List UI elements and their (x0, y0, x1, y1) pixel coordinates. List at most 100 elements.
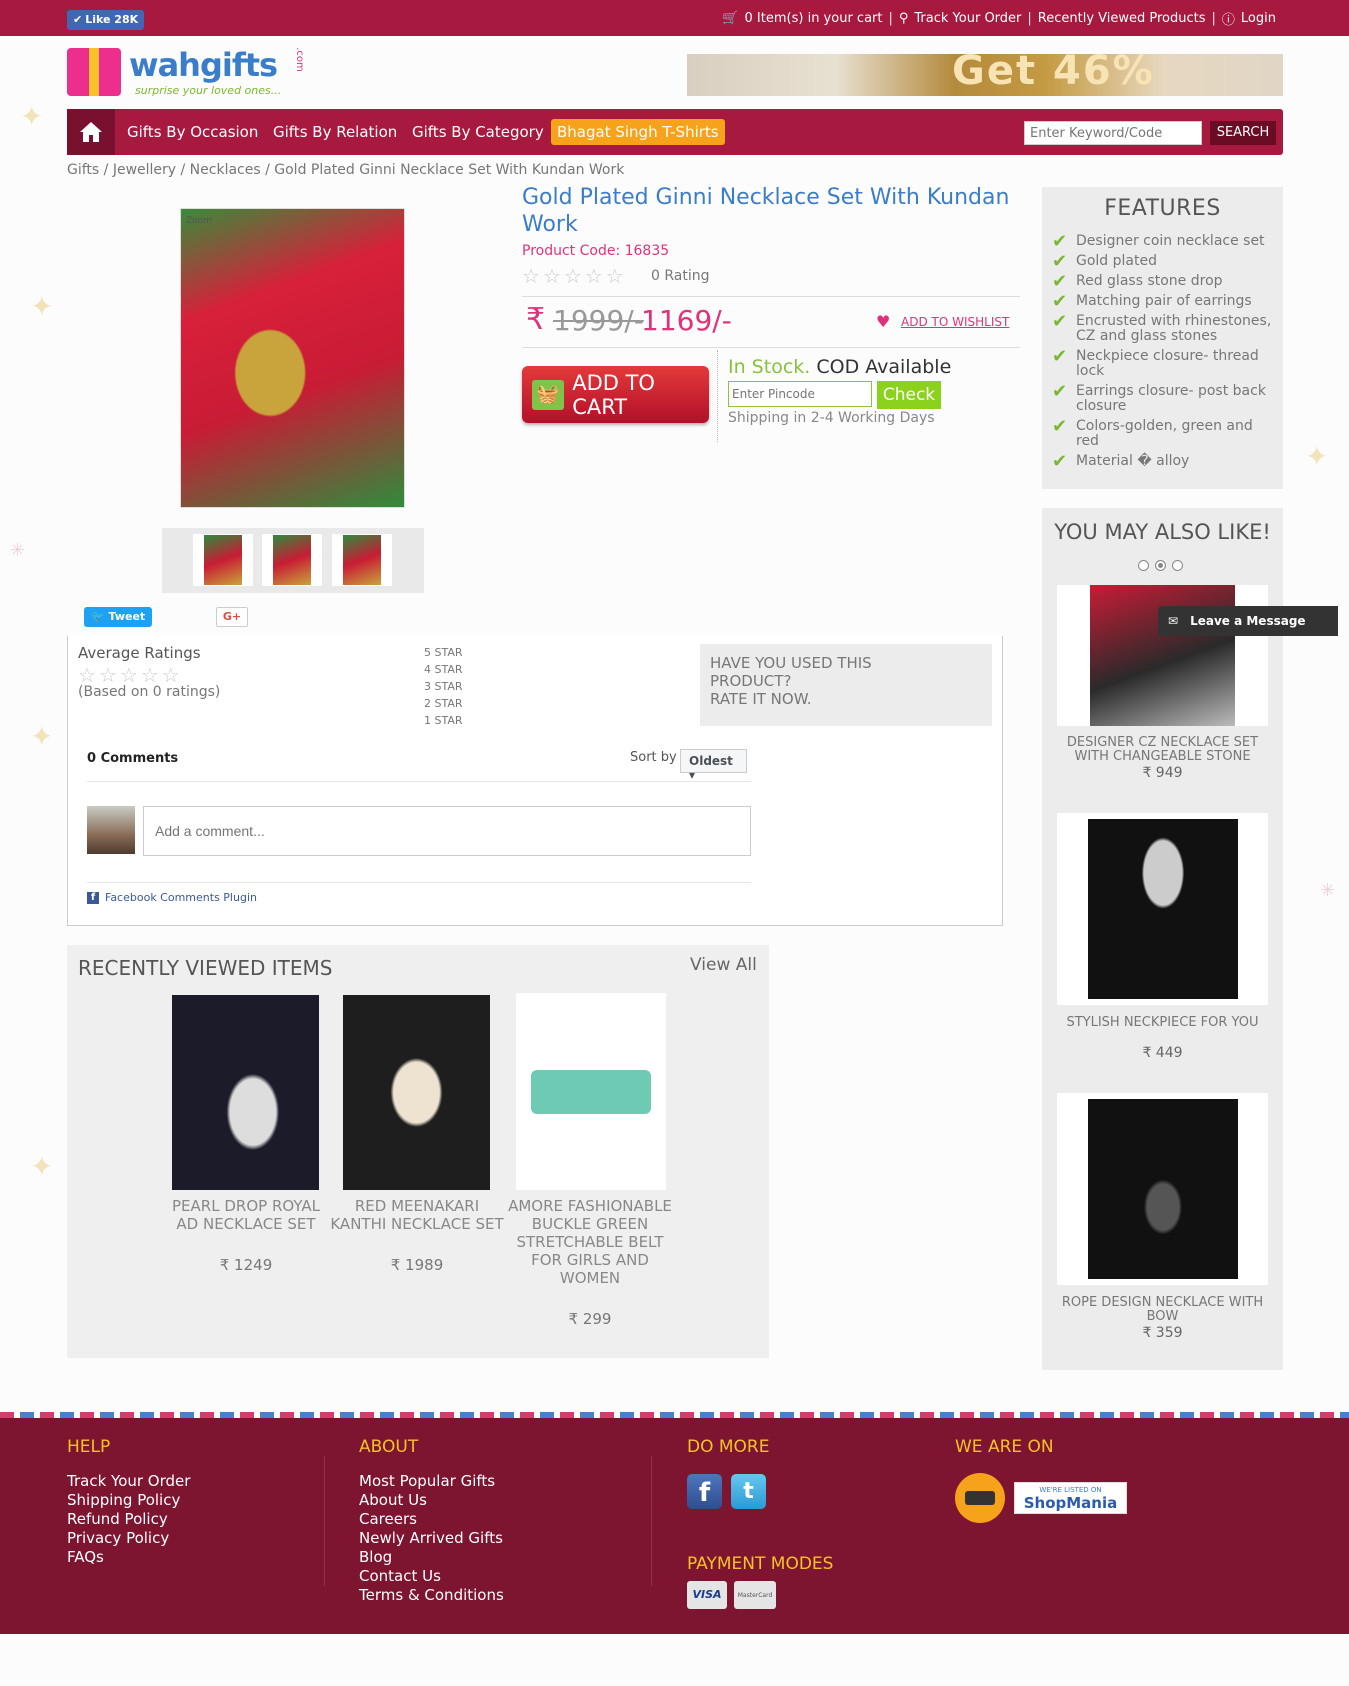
carousel-dot[interactable] (1172, 560, 1183, 571)
star-icon: ☆ (140, 663, 159, 687)
comment-input[interactable] (143, 806, 751, 856)
star-icon[interactable]: ☆ (543, 266, 561, 286)
shopmania-badge[interactable]: WE'RE LISTED ON ShopMania (1014, 1482, 1127, 1514)
sparkle-icon: ✦ (30, 720, 54, 753)
facebook-like-button[interactable]: ✔ Like 28K (67, 10, 145, 30)
footer-link[interactable]: Most Popular Gifts (359, 1472, 504, 1491)
star-icon[interactable]: ☆ (564, 266, 582, 286)
shopping-partner-icon[interactable] (955, 1473, 1005, 1523)
recently-viewed-name[interactable]: AMORE FASHIONABLE BUCKLE GREEN STRETCHAB… (503, 1197, 677, 1287)
feature-item: ✔ Matching pair of earrings (1052, 291, 1252, 312)
footer-link[interactable]: Terms & Conditions (359, 1586, 504, 1605)
based-on-count: (Based on 0 ratings) (78, 684, 221, 700)
promo-banner[interactable]: Get 46% (687, 54, 1283, 96)
sort-select[interactable]: Oldest ▾ (680, 749, 747, 782)
features-title: FEATURES (1104, 196, 1221, 221)
checkmark-icon: ✔ (1052, 231, 1068, 252)
leave-message-button[interactable]: ✉ Leave a Message (1158, 606, 1338, 636)
footer-link[interactable]: Careers (359, 1510, 504, 1529)
product-rating-stars[interactable]: ☆ ☆ ☆ ☆ ☆ (522, 266, 624, 286)
mail-icon: ✉ (1168, 614, 1179, 628)
search-input[interactable] (1024, 121, 1202, 145)
footer-link[interactable]: Newly Arrived Gifts (359, 1529, 504, 1548)
star-icon[interactable]: ☆ (606, 266, 624, 286)
recently-viewed-image[interactable] (516, 993, 666, 1190)
tweet-button[interactable]: 🐦 Tweet (84, 607, 153, 627)
product-code: Product Code: 16835 (522, 243, 670, 259)
nav-bhagat-singh-tshirts[interactable]: Bhagat Singh T-Shirts (551, 119, 725, 145)
star-icon[interactable]: ☆ (585, 266, 603, 286)
also-like-image[interactable] (1057, 813, 1268, 1005)
rate-it-now-box[interactable]: HAVE YOU USED THIS PRODUCT? RATE IT NOW. (700, 644, 992, 726)
footer-about-title: ABOUT (359, 1437, 419, 1457)
add-to-wishlist-link[interactable]: ADD TO WISHLIST (901, 315, 1009, 329)
sparkle-icon: ✦ (30, 1150, 54, 1183)
product-main-image[interactable] (180, 208, 405, 508)
star-icon: ☆ (161, 663, 180, 687)
feature-item: ✔ Neckpiece closure- thread lock (1052, 346, 1259, 379)
checkmark-icon: ✔ (1052, 311, 1068, 332)
sparkle-icon: ✦ (20, 100, 44, 133)
google-plus-button[interactable]: G+ (216, 607, 248, 627)
product-thumbnail[interactable] (262, 534, 322, 586)
also-like-price: ₹ 359 (1142, 1325, 1183, 1341)
star-row-label: 5 STAR (424, 646, 463, 659)
footer-link[interactable]: Track Your Order (67, 1472, 190, 1491)
footer-do-more-title: DO MORE (687, 1437, 770, 1457)
home-icon[interactable] (67, 109, 115, 155)
recently-viewed-image[interactable] (343, 995, 490, 1190)
checkmark-icon: ✔ (1052, 291, 1068, 312)
logo-suffix: .com (293, 47, 305, 72)
mastercard-icon: MasterCard (734, 1581, 776, 1609)
track-order-link[interactable]: Track Your Order (914, 11, 1021, 26)
recently-viewed-name[interactable]: PEARL DROP ROYAL AD NECKLACE SET (159, 1197, 333, 1233)
carousel-dot[interactable] (1155, 560, 1166, 571)
feature-item: ✔ Encrusted with rhinestones, CZ and glas… (1052, 311, 1272, 344)
recently-viewed-link[interactable]: Recently Viewed Products (1038, 11, 1206, 26)
recently-viewed-image[interactable] (172, 995, 319, 1190)
cart-icon: 🛒 (722, 10, 739, 26)
footer-link[interactable]: Shipping Policy (67, 1491, 190, 1510)
also-like-name[interactable]: DESIGNER CZ NECKLACE SET WITH CHANGEABLE… (1050, 736, 1275, 764)
star-row-label: 4 STAR (424, 663, 463, 676)
add-to-cart-button[interactable]: 🧺 ADD TO CART (522, 366, 709, 423)
footer-link[interactable]: About Us (359, 1491, 504, 1510)
nav-gifts-by-occasion[interactable]: Gifts By Occasion (127, 109, 258, 155)
zoom-label: Zoom (186, 216, 212, 226)
also-like-name[interactable]: ROPE DESIGN NECKLACE WITH BOW (1050, 1296, 1275, 1324)
checkmark-icon: ✔ (1052, 251, 1068, 272)
footer-divider (324, 1456, 325, 1586)
product-thumbnail[interactable] (332, 534, 392, 586)
search-button[interactable]: SEARCH (1210, 121, 1276, 145)
comments-count: 0 Comments (87, 751, 179, 766)
star-icon: ☆ (119, 663, 138, 687)
footer-link[interactable]: Refund Policy (67, 1510, 190, 1529)
divider (87, 781, 751, 782)
twitter-icon[interactable]: t (731, 1474, 766, 1509)
breadcrumb[interactable]: Gifts / Jewellery / Necklaces / Gold Pla… (67, 162, 624, 178)
cart-link[interactable]: 0 Item(s) in your cart (745, 11, 883, 26)
pincode-input[interactable] (728, 381, 872, 407)
login-link[interactable]: Login (1241, 11, 1276, 26)
top-links: 🛒 0 Item(s) in your cart | ⚲ Track Your … (722, 10, 1276, 28)
carousel-dot[interactable] (1138, 560, 1149, 571)
footer-divider (651, 1456, 652, 1586)
star-row-label: 2 STAR (424, 697, 463, 710)
also-like-name[interactable]: STYLISH NECKPIECE FOR YOU (1050, 1016, 1275, 1030)
facebook-comments-plugin-link[interactable]: f Facebook Comments Plugin (87, 891, 257, 904)
footer-link[interactable]: Contact Us (359, 1567, 504, 1586)
nav-gifts-by-relation[interactable]: Gifts By Relation (273, 109, 397, 155)
footer-link[interactable]: Privacy Policy (67, 1529, 190, 1548)
also-like-image[interactable] (1057, 1093, 1268, 1285)
star-icon[interactable]: ☆ (522, 266, 540, 286)
check-pincode-button[interactable]: Check (877, 381, 941, 409)
recently-viewed-name[interactable]: RED MEENAKARI KANTHI NECKLACE SET (330, 1197, 504, 1233)
footer-link[interactable]: FAQs (67, 1548, 190, 1567)
site-logo[interactable]: wahgifts .com surprise your loved ones..… (67, 46, 307, 102)
footer-link[interactable]: Blog (359, 1548, 504, 1567)
heart-icon[interactable]: ♥ (876, 312, 890, 331)
product-thumbnail[interactable] (193, 534, 253, 586)
facebook-icon[interactable]: f (687, 1474, 722, 1509)
nav-gifts-by-category[interactable]: Gifts By Category (412, 109, 544, 155)
view-all-link[interactable]: View All (690, 955, 757, 975)
